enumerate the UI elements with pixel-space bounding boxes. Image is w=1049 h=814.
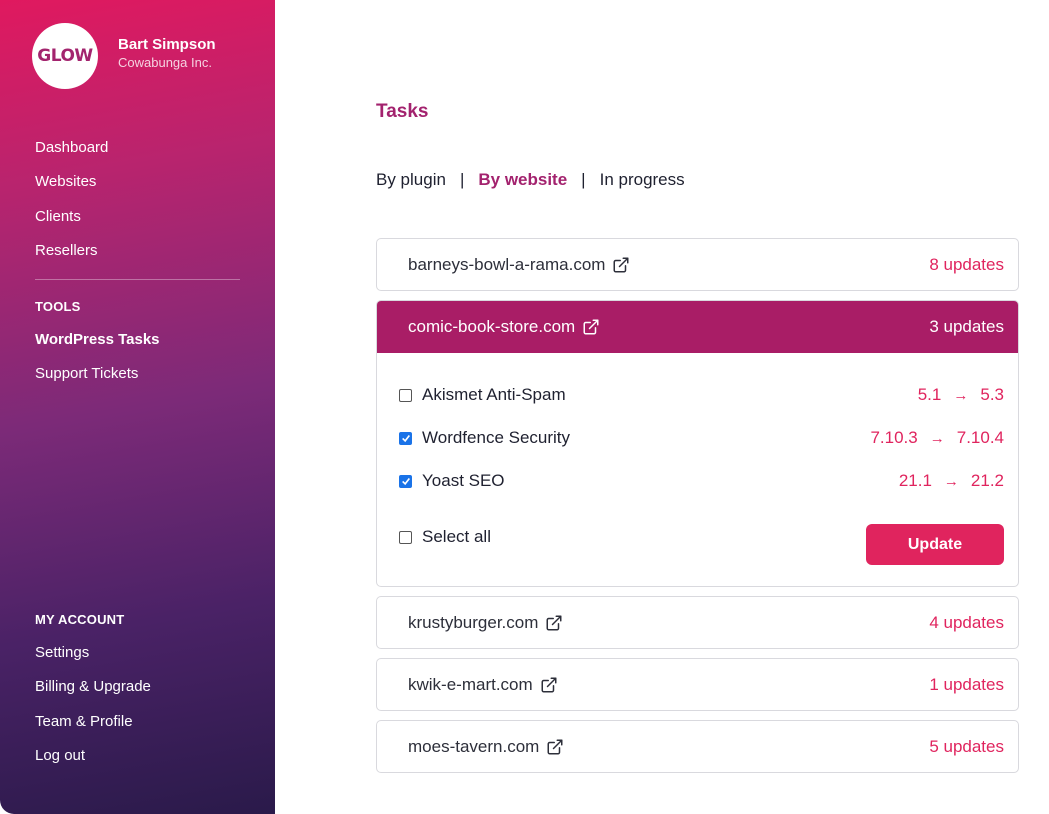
- plugin-checkbox[interactable]: [399, 474, 412, 488]
- view-tabs: By plugin | By website | In progress: [376, 170, 685, 190]
- account-nav: Settings Billing & Upgrade Team & Profil…: [35, 636, 240, 774]
- site-card-expanded: comic-book-store.com 3 updates Akismet A…: [376, 300, 1019, 587]
- site-card-header[interactable]: comic-book-store.com 3 updates: [377, 301, 1018, 353]
- version-to: 21.2: [970, 471, 1004, 490]
- sidebar-item-support-tickets[interactable]: Support Tickets: [35, 357, 240, 391]
- sidebar-item-resellers[interactable]: Resellers: [35, 234, 240, 268]
- update-button[interactable]: Update: [866, 524, 1004, 565]
- main-nav: Dashboard Websites Clients Resellers: [35, 131, 240, 269]
- select-all-label: Select all: [399, 527, 491, 547]
- sidebar-item-websites[interactable]: Websites: [35, 165, 240, 199]
- avatar[interactable]: GLOW: [32, 23, 98, 89]
- external-link-icon[interactable]: [540, 676, 558, 694]
- external-link-icon[interactable]: [612, 256, 630, 274]
- select-all-text: Select all: [422, 527, 491, 546]
- select-all-row: Select all: [399, 527, 491, 547]
- profile-company: Cowabunga Inc.: [118, 55, 212, 70]
- site-card[interactable]: krustyburger.com 4 updates: [376, 596, 1019, 649]
- site-card[interactable]: barneys-bowl-a-rama.com 8 updates: [376, 238, 1019, 291]
- version-from: 21.1: [898, 471, 932, 490]
- external-link-icon[interactable]: [582, 318, 600, 336]
- plugin-row: Wordfence Security 7.10.3 → 7.10.4: [399, 428, 1004, 448]
- version-change: 7.10.3 → 7.10.4: [870, 428, 1004, 448]
- version-to: 5.3: [980, 385, 1004, 404]
- checkmark-icon: [401, 477, 410, 486]
- sidebar-item-settings[interactable]: Settings: [35, 636, 240, 670]
- plugin-label: Yoast SEO: [399, 471, 505, 491]
- sidebar-item-billing[interactable]: Billing & Upgrade: [35, 670, 240, 704]
- site-update-count: 3 updates: [929, 317, 1004, 336]
- sidebar-item-logout[interactable]: Log out: [35, 739, 240, 773]
- site-name-wrapper: moes-tavern.com: [408, 737, 564, 757]
- sidebar-item-clients[interactable]: Clients: [35, 200, 240, 234]
- glow-logo: GLOW: [37, 46, 93, 66]
- sidebar-item-team-profile[interactable]: Team & Profile: [35, 705, 240, 739]
- tab-by-website[interactable]: By website: [478, 170, 567, 190]
- plugin-checkbox[interactable]: [399, 431, 412, 445]
- version-from: 5.1: [917, 385, 942, 404]
- page-title: Tasks: [376, 101, 429, 122]
- plugin-checkbox[interactable]: [399, 388, 412, 402]
- site-name: kwik-e-mart.com: [408, 674, 533, 694]
- arrow-right-icon: →: [943, 472, 959, 490]
- select-all-checkbox[interactable]: [399, 530, 412, 544]
- sidebar-divider: [35, 279, 240, 280]
- tab-by-plugin[interactable]: By plugin: [376, 170, 446, 190]
- external-link-icon[interactable]: [545, 614, 563, 632]
- site-name: krustyburger.com: [408, 612, 539, 632]
- arrow-right-icon: →: [953, 386, 969, 404]
- site-update-count: 5 updates: [929, 736, 1004, 756]
- my-account-heading: MY ACCOUNT: [35, 612, 125, 627]
- tools-heading: TOOLS: [35, 299, 81, 314]
- version-change: 5.1 → 5.3: [918, 385, 1004, 405]
- arrow-right-icon: →: [929, 429, 945, 447]
- site-name-wrapper: barneys-bowl-a-rama.com: [408, 255, 630, 275]
- plugin-label: Akismet Anti-Spam: [399, 385, 566, 405]
- tab-separator: |: [581, 170, 586, 189]
- plugin-row: Yoast SEO 21.1 → 21.2: [399, 471, 1004, 491]
- site-card[interactable]: moes-tavern.com 5 updates: [376, 720, 1019, 773]
- site-name: moes-tavern.com: [408, 736, 540, 756]
- plugin-name: Akismet Anti-Spam: [422, 385, 566, 404]
- checkmark-icon: [401, 434, 410, 443]
- tab-in-progress[interactable]: In progress: [600, 170, 685, 190]
- site-update-count: 1 updates: [929, 674, 1004, 694]
- profile-name: Bart Simpson: [118, 36, 216, 53]
- profile-block: GLOW Bart Simpson Cowabunga Inc.: [32, 23, 216, 89]
- site-update-count: 4 updates: [929, 612, 1004, 632]
- plugin-name: Yoast SEO: [422, 471, 505, 490]
- tab-separator: |: [459, 170, 465, 189]
- site-name: comic-book-store.com: [408, 317, 576, 336]
- tools-nav: WordPress Tasks Support Tickets: [35, 323, 240, 392]
- version-from: 7.10.3: [870, 428, 918, 447]
- plugin-row: Akismet Anti-Spam 5.1 → 5.3: [399, 385, 1004, 405]
- plugin-label: Wordfence Security: [399, 428, 570, 448]
- site-name-wrapper: kwik-e-mart.com: [408, 675, 558, 695]
- site-update-count: 8 updates: [929, 254, 1004, 274]
- sidebar-item-dashboard[interactable]: Dashboard: [35, 131, 240, 165]
- sidebar-item-wordpress-tasks[interactable]: WordPress Tasks: [35, 323, 240, 357]
- sidebar: GLOW Bart Simpson Cowabunga Inc. Dashboa…: [0, 0, 275, 814]
- site-name-wrapper: comic-book-store.com: [408, 317, 600, 337]
- version-change: 21.1 → 21.2: [899, 471, 1004, 491]
- profile-info: Bart Simpson Cowabunga Inc.: [118, 35, 216, 71]
- plugin-name: Wordfence Security: [422, 428, 571, 447]
- site-name: barneys-bowl-a-rama.com: [408, 254, 606, 274]
- external-link-icon[interactable]: [546, 738, 564, 756]
- site-name-wrapper: krustyburger.com: [408, 613, 563, 633]
- version-to: 7.10.4: [956, 428, 1004, 447]
- site-card[interactable]: kwik-e-mart.com 1 updates: [376, 658, 1019, 711]
